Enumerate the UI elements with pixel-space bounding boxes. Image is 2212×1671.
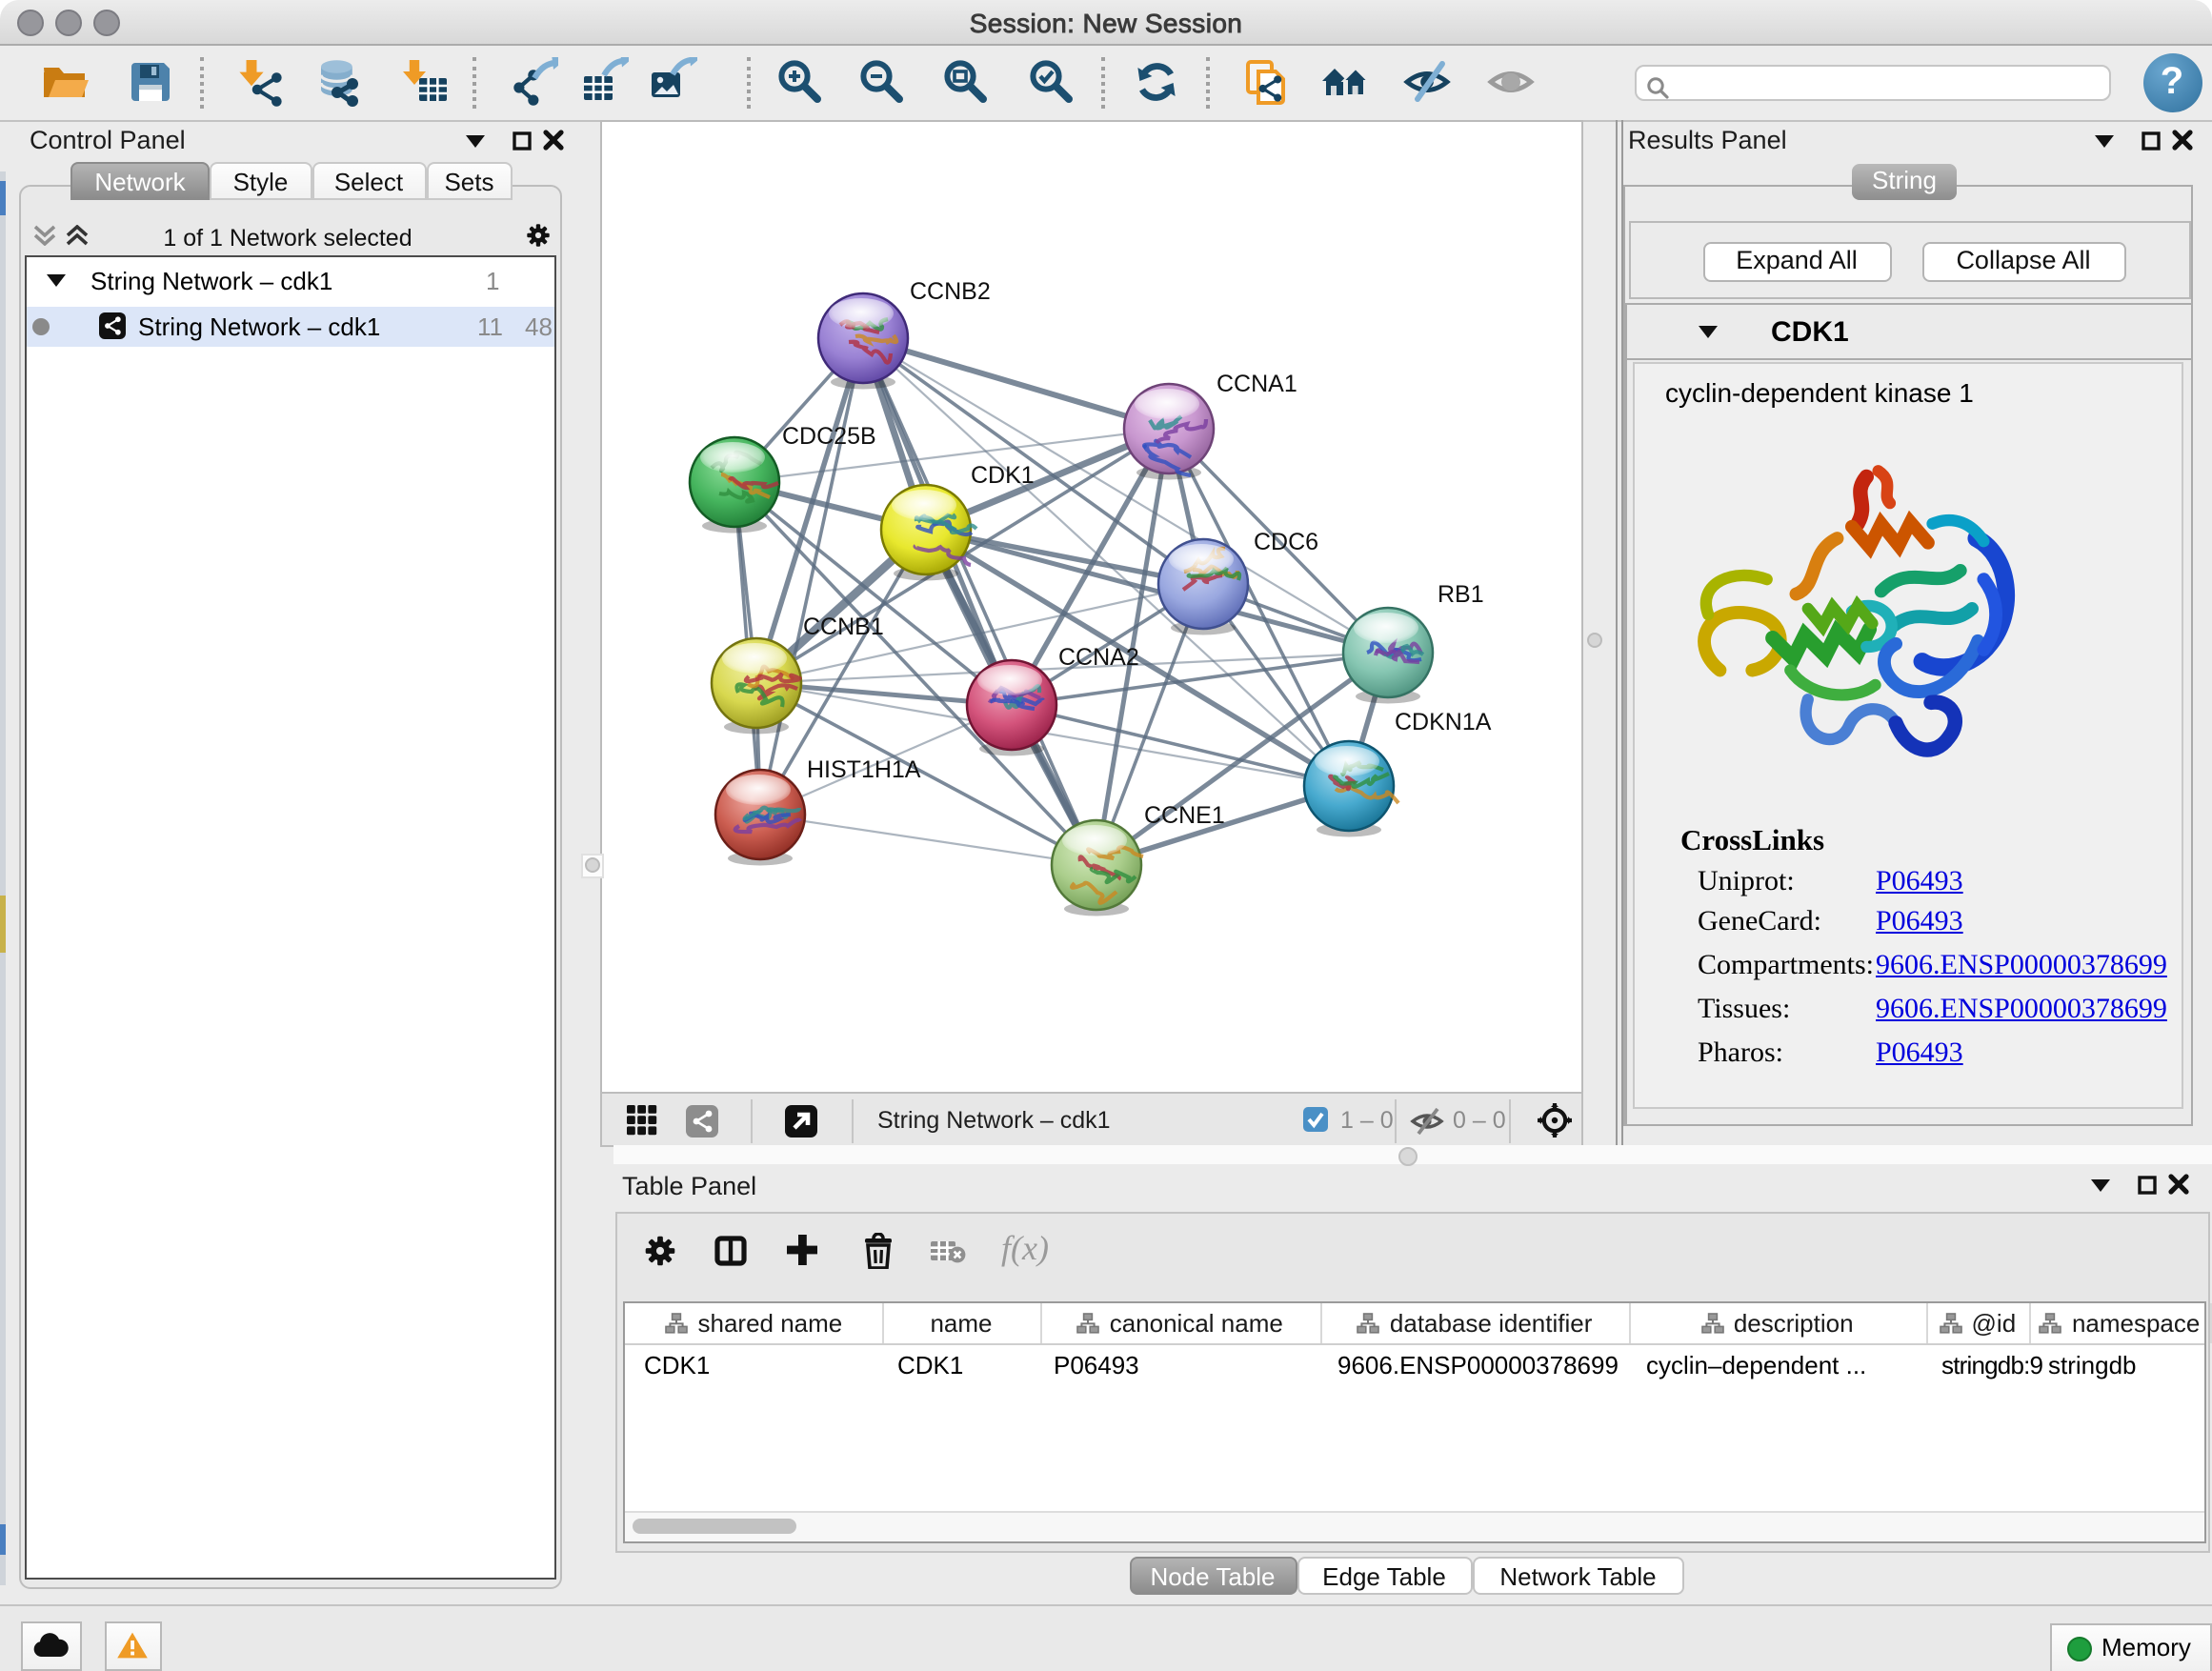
- svg-text:CCNE1: CCNE1: [1143, 801, 1224, 828]
- svg-text:CCNB2: CCNB2: [909, 277, 990, 304]
- svg-text:CDC6: CDC6: [1253, 528, 1317, 554]
- svg-text:CDC25B: CDC25B: [781, 422, 875, 449]
- svg-text:CDK1: CDK1: [970, 461, 1034, 488]
- svg-text:RB1: RB1: [1437, 580, 1483, 607]
- svg-text:CCNB1: CCNB1: [802, 613, 883, 639]
- svg-text:CDKN1A: CDKN1A: [1394, 708, 1491, 735]
- svg-text:CCNA2: CCNA2: [1057, 643, 1138, 670]
- svg-text:HIST1H1A: HIST1H1A: [806, 755, 920, 782]
- svg-text:CCNA1: CCNA1: [1216, 370, 1297, 396]
